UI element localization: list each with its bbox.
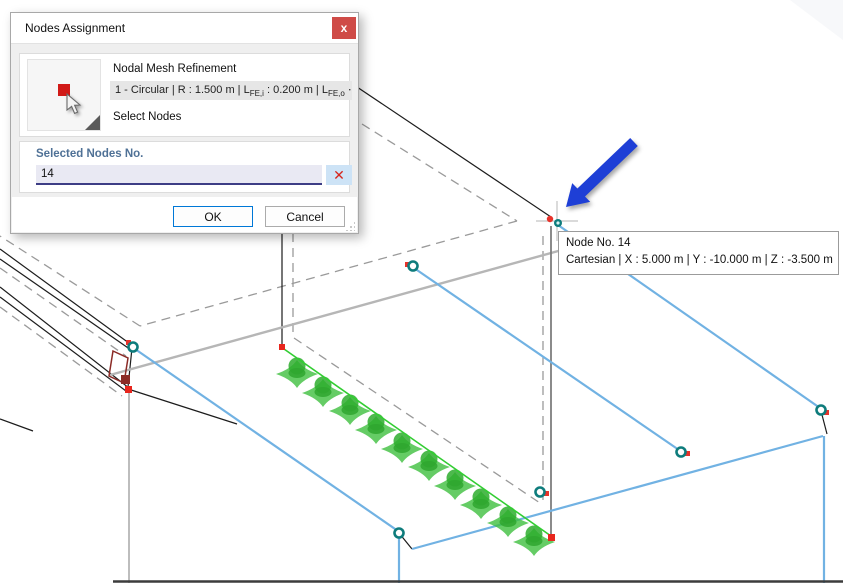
node bbox=[126, 340, 138, 352]
mesh-refinement-icon bbox=[27, 59, 101, 131]
select-nodes-label: Select Nodes bbox=[113, 111, 181, 123]
pointer-arrow bbox=[566, 138, 638, 207]
corner-fold-icon bbox=[85, 115, 100, 130]
dialog-title: Nodes Assignment bbox=[25, 21, 125, 35]
node-tooltip: Node No. 14 Cartesian | X : 5.000 m | Y … bbox=[558, 231, 839, 275]
refinement-heading: Nodal Mesh Refinement bbox=[113, 63, 236, 75]
base-node-markers[interactable] bbox=[125, 344, 555, 541]
selected-nodes-group: Selected Nodes No. ✕ bbox=[19, 141, 350, 193]
member-lines[interactable] bbox=[135, 225, 824, 583]
tooltip-coords-line: Cartesian | X : 5.000 m | Y : -10.000 m … bbox=[566, 252, 831, 269]
surface-symbol bbox=[109, 351, 130, 384]
nodes-assignment-dialog: Nodes Assignment x Nodal Mesh Refinement… bbox=[10, 12, 359, 234]
ok-button[interactable]: OK bbox=[173, 206, 253, 227]
close-button[interactable]: x bbox=[332, 17, 356, 39]
cancel-button[interactable]: Cancel bbox=[265, 206, 345, 227]
line-supports bbox=[276, 358, 555, 557]
refinement-value-field[interactable]: 1 - Circular | R : 1.500 m | LFE,i : 0.2… bbox=[110, 81, 352, 100]
node bbox=[817, 406, 830, 416]
dialog-titlebar[interactable]: Nodes Assignment x bbox=[11, 13, 358, 44]
refinement-group: Nodal Mesh Refinement 1 - Circular | R :… bbox=[19, 53, 350, 137]
node bbox=[677, 448, 691, 457]
refinement-line[interactable] bbox=[284, 349, 551, 536]
selected-nodes-input[interactable] bbox=[36, 165, 322, 185]
cursor-icon bbox=[66, 93, 82, 115]
node bbox=[395, 529, 404, 538]
node bbox=[536, 488, 550, 497]
corner-shading bbox=[790, 0, 843, 40]
selected-nodes-label: Selected Nodes No. bbox=[36, 148, 143, 160]
resize-grip[interactable] bbox=[346, 222, 355, 231]
tooltip-node-line: Node No. 14 bbox=[566, 235, 831, 252]
node bbox=[405, 262, 418, 271]
dialog-footer: OK Cancel bbox=[12, 197, 357, 232]
clear-selection-button[interactable]: ✕ bbox=[326, 165, 352, 185]
